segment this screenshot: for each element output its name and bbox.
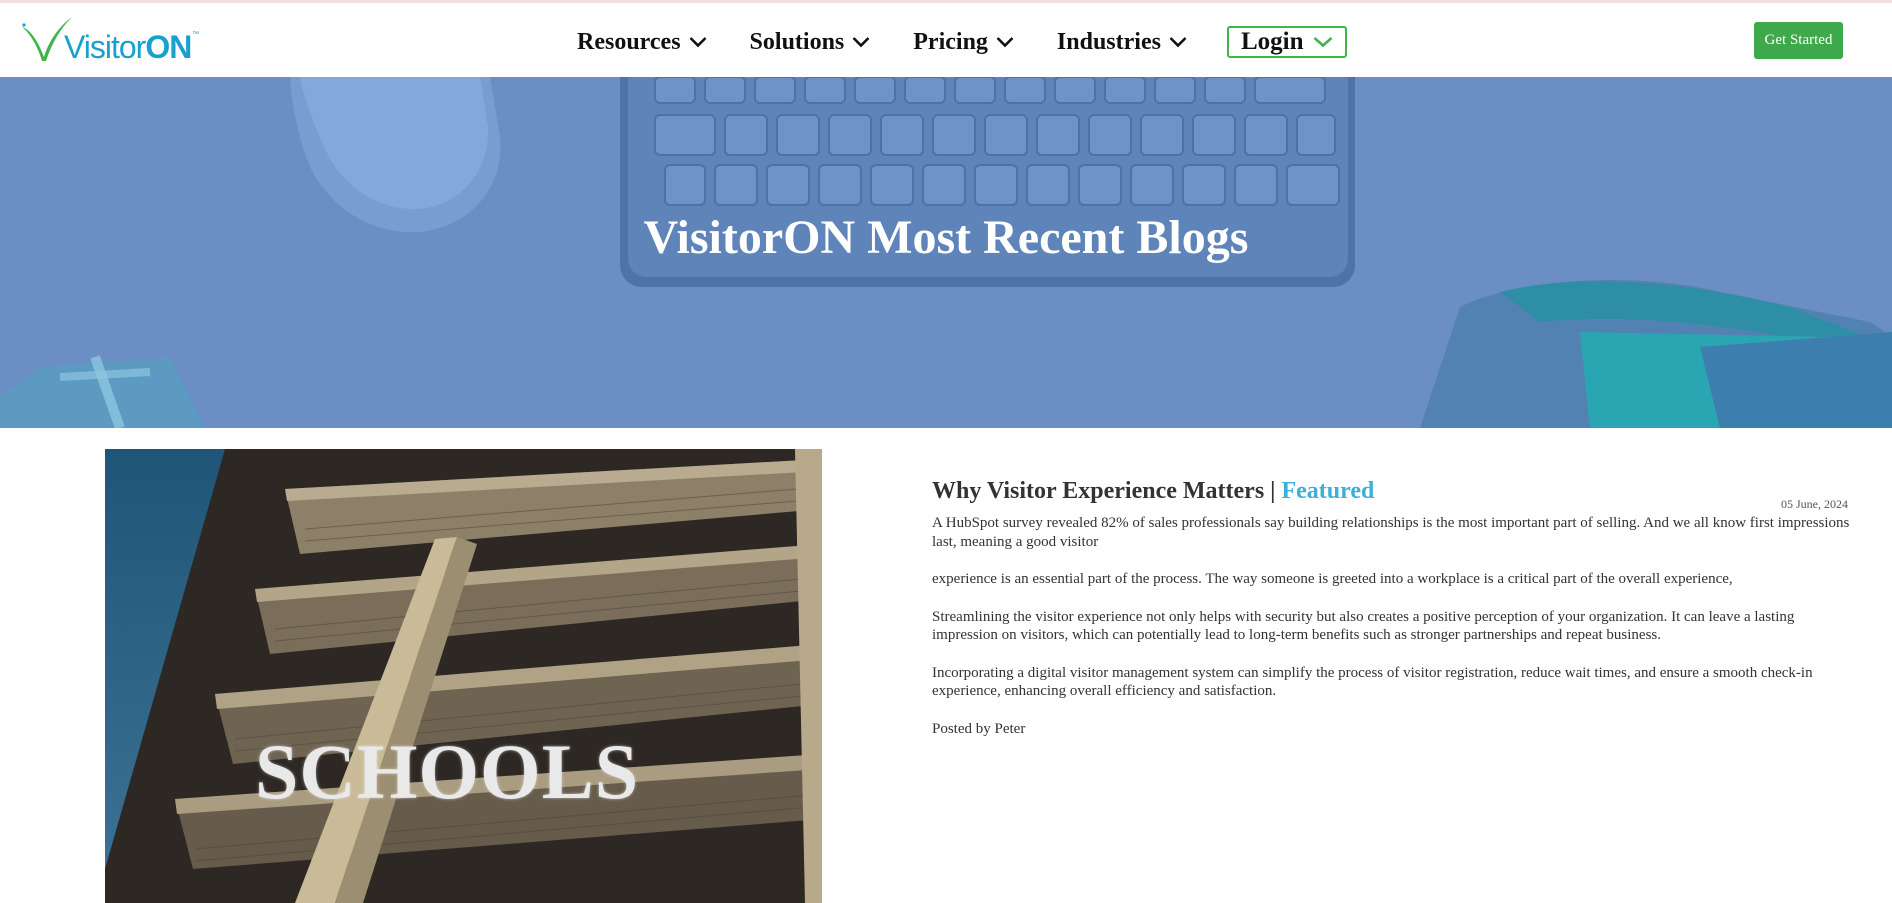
post-paragraph: Streamlining the visitor experience not … — [932, 608, 1795, 644]
chevron-down-icon — [689, 37, 706, 48]
chevron-down-icon — [852, 37, 870, 48]
logo-on-text: ON — [145, 29, 192, 65]
post-featured-image[interactable]: SCHOOLS — [105, 449, 822, 903]
post-paragraph: experience is an essential part of the p… — [932, 571, 1733, 587]
featured-label: Featured — [1281, 478, 1375, 504]
hero-title: VisitorON Most Recent Blogs — [643, 211, 1249, 264]
post-paragraph: A HubSpot survey revealed 82% of sales p… — [932, 515, 1850, 550]
site-header: VisitorON ™ Resources Solutions Pricing … — [0, 3, 1892, 77]
nav-industries-label: Industries — [1056, 28, 1161, 55]
nav-pricing-label: Pricing — [913, 28, 988, 55]
main-nav: Resources Solutions Pricing Industries L… — [577, 25, 1348, 59]
login-label: Login — [1240, 28, 1304, 55]
post-paragraph: Incorporating a digital visitor manageme… — [932, 664, 1813, 700]
nav-resources-label: Resources — [577, 28, 681, 55]
schools-building-image — [105, 449, 822, 903]
post-image-caption: SCHOOLS — [255, 728, 640, 815]
nav-solutions-label: Solutions — [749, 28, 845, 55]
login-button[interactable]: Login — [1226, 26, 1348, 58]
post-date: 05 June, 2024 — [1781, 497, 1848, 511]
nav-solutions[interactable]: Solutions — [750, 29, 871, 56]
blog-post: Why Visitor Experience Matters | Feature… — [932, 478, 1860, 738]
chevron-down-icon — [1169, 37, 1187, 48]
post-body: A HubSpot survey revealed 82% of sales p… — [932, 514, 1860, 738]
post-title-text: Why Visitor Experience Matters | — [932, 478, 1282, 504]
logo-wordmark: VisitorON — [64, 29, 192, 65]
post-author: Posted by Peter — [932, 720, 1026, 737]
logo-trademark: ™ — [192, 31, 199, 38]
logo-visitor-text: Visitor — [64, 29, 146, 65]
hero-banner: VisitorON Most Recent Blogs — [0, 77, 1892, 428]
post-title[interactable]: Why Visitor Experience Matters | Feature… — [932, 478, 1860, 505]
get-started-button[interactable]: Get Started — [1754, 22, 1843, 59]
chevron-down-icon — [996, 37, 1014, 48]
chevron-down-icon — [1314, 37, 1333, 48]
visitoron-logo[interactable]: VisitorON ™ — [20, 13, 210, 67]
nav-resources[interactable]: Resources — [577, 29, 707, 56]
nav-industries[interactable]: Industries — [1057, 29, 1187, 56]
nav-pricing[interactable]: Pricing — [913, 29, 1014, 56]
